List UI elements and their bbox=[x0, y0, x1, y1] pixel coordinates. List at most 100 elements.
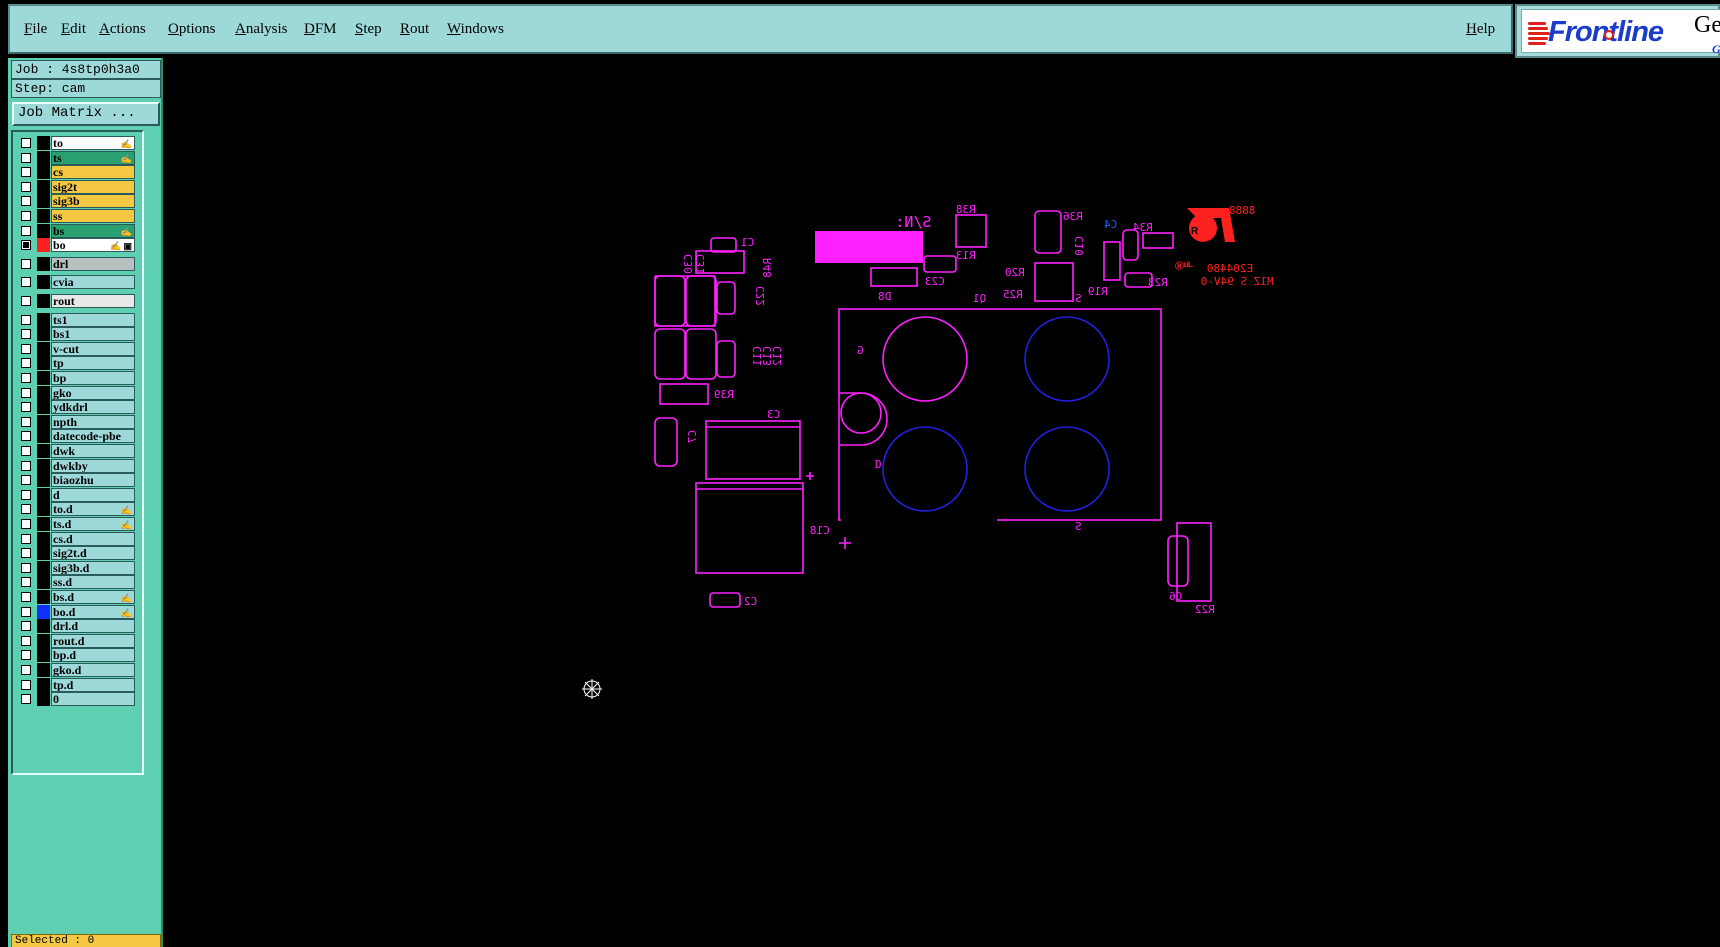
layer-checkbox[interactable] bbox=[21, 431, 31, 442]
layer-color-swatch[interactable] bbox=[37, 327, 50, 342]
menu-step[interactable]: Step bbox=[355, 21, 382, 38]
layer-color-swatch[interactable] bbox=[37, 575, 50, 590]
layer-color-swatch[interactable] bbox=[37, 663, 50, 677]
layer-row-tp.d[interactable]: tp.d bbox=[15, 677, 142, 692]
layer-name[interactable]: to.d ✍ bbox=[51, 502, 135, 517]
layer-name[interactable]: tp bbox=[51, 356, 135, 371]
layer-name[interactable]: drl bbox=[51, 256, 135, 271]
layer-row-cs[interactable]: cs bbox=[15, 165, 142, 180]
layer-color-swatch[interactable] bbox=[37, 275, 50, 290]
menu-options[interactable]: Options bbox=[168, 21, 216, 38]
layer-row-ts[interactable]: ts ✍ bbox=[15, 150, 142, 165]
layer-color-swatch[interactable] bbox=[37, 560, 50, 575]
layer-checkbox[interactable] bbox=[21, 592, 31, 602]
layer-name[interactable]: rout.d bbox=[51, 633, 135, 648]
pcb-drawing[interactable]: R ®ᵘᴸ C1C30 C31 R48C22C11C13C12R39C3C7C18C… bbox=[165, 58, 1720, 947]
layer-checkbox[interactable] bbox=[21, 519, 31, 529]
layer-checkbox[interactable] bbox=[21, 277, 31, 288]
layer-name[interactable]: cvia bbox=[51, 275, 135, 290]
layer-name[interactable]: biaozhu bbox=[51, 473, 135, 488]
layer-row-sig2t[interactable]: sig2t bbox=[15, 179, 142, 194]
layer-row-sig3b[interactable]: sig3b bbox=[15, 194, 142, 209]
layer-row-gko.d[interactable]: gko.d bbox=[15, 663, 142, 677]
layer-checkbox[interactable] bbox=[21, 152, 31, 163]
layer-checkbox[interactable] bbox=[21, 181, 31, 192]
layer-color-swatch[interactable] bbox=[37, 312, 50, 327]
layer-row-drl.d[interactable]: drl.d bbox=[15, 619, 142, 634]
layer-color-swatch[interactable] bbox=[37, 256, 50, 271]
job-matrix-button[interactable]: Job Matrix ... bbox=[12, 102, 160, 126]
graphics-canvas[interactable]: R ®ᵘᴸ C1 C30 C31 R48 C22 C11 C13 C12 R39 C3 C7 C18 C… bbox=[165, 58, 1720, 947]
layer-name[interactable]: ts ✍ bbox=[51, 150, 135, 165]
layer-color-swatch[interactable] bbox=[37, 517, 50, 531]
layer-name[interactable]: bp bbox=[51, 371, 135, 385]
layer-color-swatch[interactable] bbox=[37, 136, 50, 150]
layer-color-swatch[interactable] bbox=[37, 429, 50, 444]
layer-name[interactable]: sig2t bbox=[51, 179, 135, 194]
layer-color-swatch[interactable] bbox=[37, 165, 50, 180]
layer-name[interactable]: gko bbox=[51, 385, 135, 400]
layer-name[interactable]: bs.d ✍ bbox=[51, 590, 135, 604]
layer-row-datecode-pbe[interactable]: datecode-pbe bbox=[15, 429, 142, 444]
layer-checkbox[interactable] bbox=[21, 548, 31, 559]
layer-row-ydkdrl[interactable]: ydkdrl bbox=[15, 400, 142, 415]
layer-row-bs.d[interactable]: bs.d ✍ bbox=[15, 590, 142, 604]
layer-row-rout[interactable]: rout bbox=[15, 294, 142, 308]
layer-checkbox[interactable] bbox=[21, 329, 31, 340]
layer-checkbox[interactable] bbox=[21, 196, 31, 207]
layer-row-bs1[interactable]: bs1 bbox=[15, 327, 142, 342]
layer-row-bo[interactable]: bo ✍ ▣ bbox=[15, 238, 142, 253]
layer-name[interactable]: bo.d ✍ bbox=[51, 604, 135, 619]
layer-row-sig3b.d[interactable]: sig3b.d bbox=[15, 560, 142, 575]
layer-checkbox[interactable] bbox=[21, 635, 31, 646]
layer-name[interactable]: sig2t.d bbox=[51, 546, 135, 561]
layer-color-swatch[interactable] bbox=[37, 531, 50, 546]
layer-checkbox[interactable] bbox=[21, 504, 31, 515]
layer-row-bp.d[interactable]: bp.d bbox=[15, 648, 142, 663]
layer-checkbox[interactable] bbox=[21, 402, 31, 413]
layer-color-swatch[interactable] bbox=[37, 692, 50, 707]
layer-color-swatch[interactable] bbox=[37, 294, 50, 308]
layer-color-swatch[interactable] bbox=[37, 473, 50, 488]
layer-color-swatch[interactable] bbox=[37, 590, 50, 604]
layer-checkbox[interactable] bbox=[21, 475, 31, 486]
layer-name[interactable]: datecode-pbe bbox=[51, 429, 135, 444]
layer-row-tp[interactable]: tp bbox=[15, 356, 142, 371]
layer-checkbox[interactable] bbox=[21, 606, 31, 617]
layer-color-swatch[interactable] bbox=[37, 546, 50, 561]
layer-color-swatch[interactable] bbox=[37, 444, 50, 458]
layer-color-swatch[interactable] bbox=[37, 619, 50, 634]
layer-color-swatch[interactable] bbox=[37, 502, 50, 517]
layer-name[interactable]: ts1 bbox=[51, 312, 135, 327]
layer-row-ss.d[interactable]: ss.d bbox=[15, 575, 142, 590]
layer-checkbox[interactable] bbox=[21, 387, 31, 398]
layer-color-swatch[interactable] bbox=[37, 633, 50, 648]
layer-color-swatch[interactable] bbox=[37, 400, 50, 415]
menu-help[interactable]: Help bbox=[1466, 21, 1495, 38]
menu-dfm[interactable]: DFM bbox=[304, 21, 337, 38]
layer-name[interactable]: cs bbox=[51, 165, 135, 180]
layer-checkbox[interactable] bbox=[21, 358, 31, 369]
layer-name[interactable]: npth bbox=[51, 414, 135, 429]
layer-color-swatch[interactable] bbox=[37, 209, 50, 223]
layer-row-drl[interactable]: drl bbox=[15, 256, 142, 271]
menu-file[interactable]: File bbox=[24, 21, 47, 38]
layer-name[interactable]: to ✍ bbox=[51, 136, 135, 150]
layer-name[interactable]: dwk bbox=[51, 444, 135, 458]
layer-name[interactable]: rout bbox=[51, 294, 135, 308]
layer-checkbox[interactable] bbox=[21, 621, 31, 632]
layer-color-swatch[interactable] bbox=[37, 648, 50, 663]
layer-name[interactable]: d bbox=[51, 487, 135, 502]
layer-color-swatch[interactable] bbox=[37, 179, 50, 194]
layer-name[interactable]: sig3b.d bbox=[51, 560, 135, 575]
layer-name[interactable]: dwkby bbox=[51, 458, 135, 473]
layer-name[interactable]: bo ✍ ▣ bbox=[51, 238, 135, 253]
layer-checkbox[interactable] bbox=[21, 314, 31, 325]
layer-name[interactable]: 0 bbox=[51, 692, 135, 707]
layer-color-swatch[interactable] bbox=[37, 341, 50, 356]
layer-row-d[interactable]: d bbox=[15, 487, 142, 502]
layer-color-swatch[interactable] bbox=[37, 458, 50, 473]
layer-name[interactable]: bs ✍ bbox=[51, 223, 135, 238]
layer-color-swatch[interactable] bbox=[37, 150, 50, 165]
layer-checkbox[interactable] bbox=[21, 373, 31, 383]
